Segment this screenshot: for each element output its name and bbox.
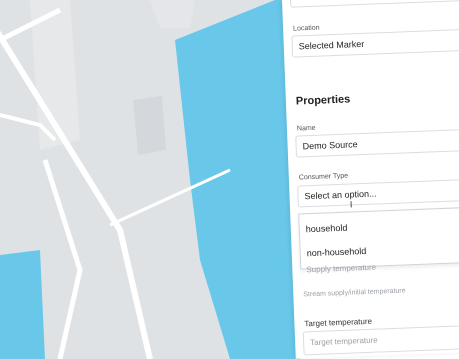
target-temperature-placeholder: Target temperature (310, 335, 378, 348)
location-value: Selected Marker (298, 38, 365, 52)
name-field[interactable]: Demo Source (295, 128, 459, 158)
supply-temperature-placeholder: Supply temperature (306, 262, 377, 275)
text-cursor-icon: Ι (349, 199, 353, 210)
target-temperature-field[interactable]: Target temperature (302, 324, 459, 356)
stream-temperature-label: Stream supply/initial temperature (303, 287, 406, 299)
name-label: Name (296, 124, 316, 133)
location-field[interactable]: Selected Marker (291, 29, 459, 58)
consumer-type-placeholder: Select an option... (304, 188, 377, 202)
option-household[interactable]: household (306, 223, 348, 235)
consumer-type-select[interactable]: Select an option... (297, 178, 459, 208)
option-non-household[interactable]: non-household (307, 246, 367, 258)
map-canvas (0, 0, 300, 359)
properties-heading: Properties (295, 93, 351, 108)
location-label: Location (292, 24, 320, 33)
consumer-type-label: Consumer Type (298, 172, 349, 182)
properties-panel: Location Selected Marker Properties Name… (282, 0, 459, 359)
top-field[interactable] (289, 0, 459, 8)
target-temperature-label: Target temperature (304, 316, 373, 329)
map-view[interactable] (0, 0, 300, 359)
consumer-type-dropdown: household non-household (298, 206, 459, 270)
water-area-west (0, 250, 45, 359)
building-marker (133, 96, 166, 155)
name-value: Demo Source (302, 139, 358, 152)
